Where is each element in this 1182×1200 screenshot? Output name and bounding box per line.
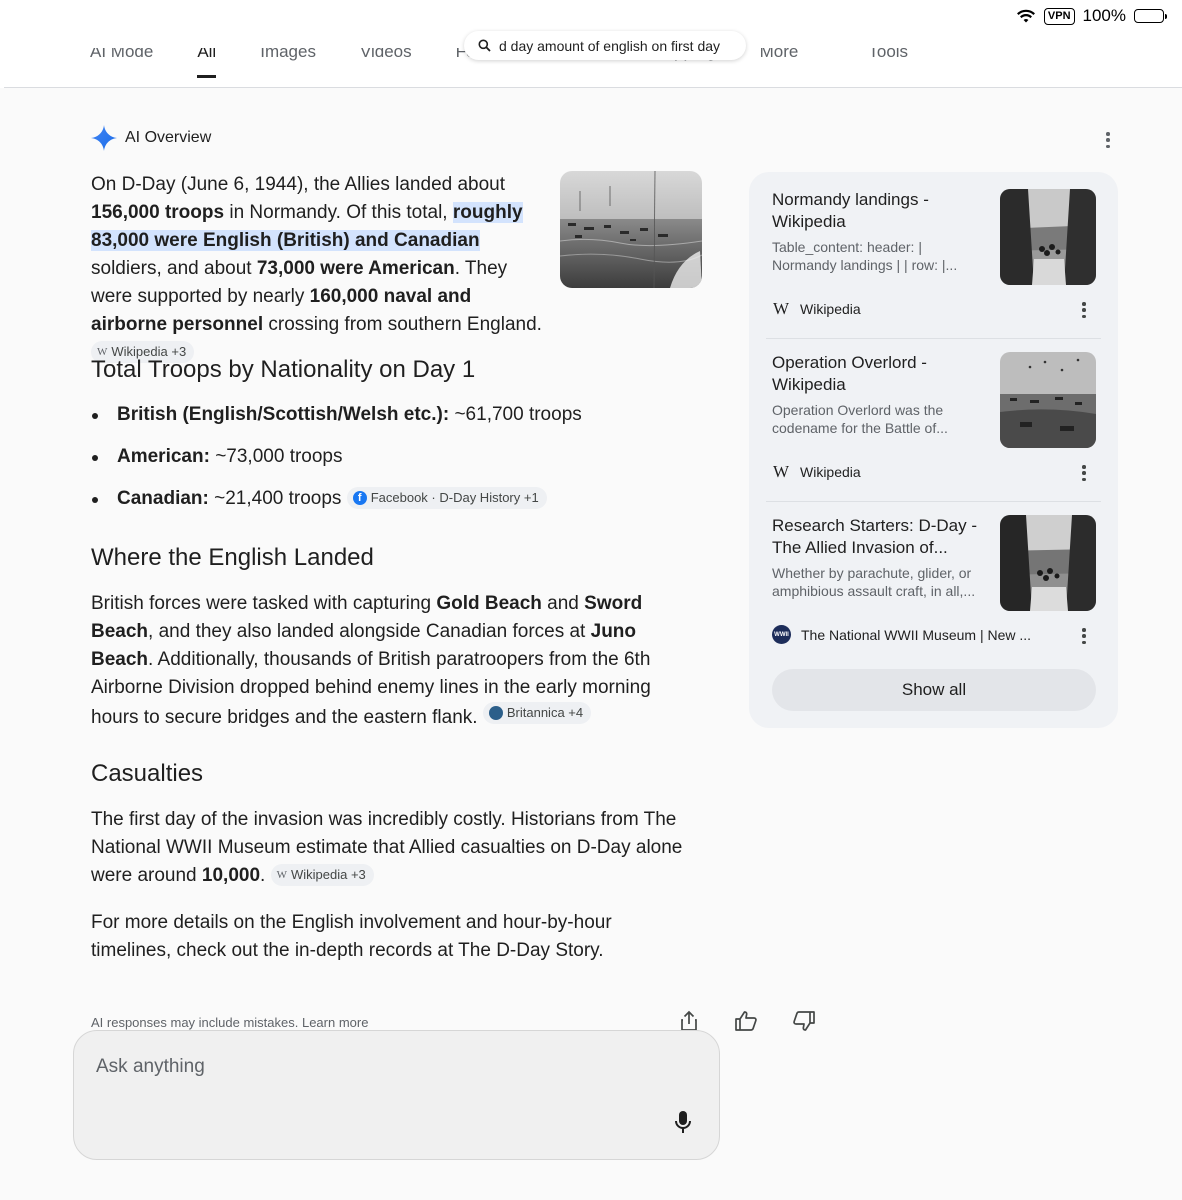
sources-panel: Normandy landings - Wikipedia Table_cont…	[749, 172, 1118, 728]
britannica-icon	[488, 706, 503, 720]
source-snippet: Whether by parachute, glider, or amphibi…	[772, 565, 976, 599]
landed-paragraph: British forces were tasked with capturin…	[91, 590, 681, 732]
wifi-icon	[1016, 9, 1035, 22]
tab-tools[interactable]: Tools	[868, 48, 908, 78]
casualties-text: The first day of the invasion was incred…	[91, 809, 683, 886]
tab-more[interactable]: More	[760, 48, 799, 78]
landed-text: and	[541, 593, 585, 614]
casualties-bold: 10,000	[201, 865, 261, 886]
source-card[interactable]: Operation Overlord - Wikipedia Operation…	[766, 335, 1101, 498]
ai-disclaimer[interactable]: AI responses may include mistakes. Learn…	[91, 1015, 368, 1030]
search-query-text: d day amount of english on first day	[499, 37, 721, 54]
ask-placeholder: Ask anything	[96, 1056, 205, 1077]
gemini-sparkle-icon	[91, 125, 117, 151]
citation-label: Facebook · D-Day History +1	[370, 490, 539, 505]
source-snippet: Operation Overlord was the codename for …	[772, 402, 948, 436]
troop-label: British (English/Scottish/Welsh etc.):	[117, 404, 450, 425]
battery-icon	[1134, 9, 1167, 23]
facebook-icon: f	[352, 491, 367, 505]
source-snippet: Table_content: header: | Normandy landin…	[772, 239, 958, 273]
wikipedia-icon: W	[772, 462, 790, 481]
troop-value: ~73,000 troops	[209, 446, 343, 467]
source-menu-icon[interactable]	[1082, 465, 1086, 481]
ai-overview-header: AI Overview	[91, 125, 211, 151]
share-icon[interactable]	[678, 1010, 700, 1032]
troops-list: British (English/Scottish/Welsh etc.): ~…	[91, 401, 582, 527]
list-item: British (English/Scottish/Welsh etc.): ~…	[91, 401, 582, 443]
ai-overview-menu-icon[interactable]	[1100, 132, 1116, 148]
troop-label: American:	[117, 446, 210, 467]
ai-overview-content: On D-Day (June 6, 1944), the Allies land…	[91, 171, 711, 961]
search-icon	[478, 39, 491, 52]
citation-chip[interactable]: W Wikipedia +3	[270, 864, 374, 886]
ai-overview-title: AI Overview	[125, 129, 212, 146]
list-item: American: ~73,000 troops	[91, 443, 582, 485]
source-title[interactable]: Research Starters: D-Day - The Allied In…	[772, 515, 982, 559]
list-item: Canadian: ~21,400 troops f Facebook · D-D…	[91, 485, 582, 527]
source-thumbnail[interactable]	[1000, 352, 1096, 448]
source-card[interactable]: Research Starters: D-Day - The Allied In…	[766, 498, 1101, 661]
show-all-button[interactable]: Show all	[772, 669, 1096, 711]
wikipedia-icon: W	[772, 299, 790, 318]
landed-bold: Gold Beach	[436, 593, 542, 614]
source-title[interactable]: Normandy landings - Wikipedia	[772, 189, 982, 233]
more-details-paragraph: For more details on the English involvem…	[91, 912, 612, 961]
source-thumbnail[interactable]	[1000, 515, 1096, 611]
landed-text: British forces were tasked with capturin…	[91, 593, 437, 614]
citation-chip[interactable]: f Facebook · D-Day History +1	[346, 487, 547, 509]
intro-text: On D-Day (June 6, 1944), the Allies land…	[91, 174, 506, 195]
source-site: W Wikipedia	[772, 462, 861, 482]
intro-text: soldiers, and about	[91, 258, 257, 279]
troop-label: Canadian:	[117, 488, 209, 509]
landed-heading: Where the English Landed	[91, 544, 374, 571]
troop-value: ~61,700 troops	[449, 404, 582, 425]
source-site: W Wikipedia	[772, 299, 861, 319]
tab-images[interactable]: Images	[260, 48, 316, 78]
intro-paragraph: On D-Day (June 6, 1944), the Allies land…	[91, 171, 551, 367]
thumbs-down-icon[interactable]	[792, 1010, 816, 1032]
intro-text: crossing from southern England.	[263, 314, 542, 335]
tab-ai-mode[interactable]: AI Mode	[90, 48, 153, 78]
microphone-icon[interactable]	[674, 1110, 692, 1134]
vpn-badge: VPN	[1043, 7, 1075, 25]
source-menu-icon[interactable]	[1082, 628, 1086, 644]
citation-chip[interactable]: Britannica +4	[482, 702, 592, 724]
source-menu-icon[interactable]	[1082, 302, 1086, 318]
troops-heading: Total Troops by Nationality on Day 1	[91, 356, 476, 383]
source-site-name: Wikipedia	[800, 301, 861, 317]
intro-text: in Normandy. Of this total,	[224, 202, 453, 223]
troop-value: ~21,400 troops	[208, 488, 342, 509]
landed-text: , and they also landed alongside Canadia…	[148, 621, 591, 642]
source-card[interactable]: Normandy landings - Wikipedia Table_cont…	[766, 172, 1101, 335]
citation-label: Britannica +4	[506, 705, 584, 720]
casualties-paragraph: The first day of the invasion was incred…	[91, 806, 691, 890]
source-title[interactable]: Operation Overlord - Wikipedia	[772, 352, 982, 396]
main-area: AI Overview On D-Day (June 6, 1944), the…	[0, 88, 1182, 1200]
citation-label: Wikipedia +3	[290, 867, 366, 882]
source-site: WWII The National WWII Museum | New ...	[772, 625, 1031, 644]
dday-ships-image[interactable]	[560, 171, 702, 288]
casualties-heading: Casualties	[91, 760, 204, 787]
source-site-name: Wikipedia	[800, 464, 861, 480]
battery-percent: 100%	[1082, 6, 1126, 25]
search-query-pill[interactable]: d day amount of english on first day	[464, 31, 746, 60]
source-site-name: The National WWII Museum | New ...	[801, 626, 1032, 643]
tab-videos[interactable]: Videos	[360, 48, 412, 78]
thumbs-up-icon[interactable]	[734, 1010, 758, 1032]
tab-all[interactable]: All	[197, 48, 216, 78]
wikipedia-icon: W	[276, 869, 287, 881]
casualties-text: .	[260, 865, 271, 886]
ask-anything-input[interactable]: Ask anything	[73, 1030, 720, 1160]
intro-bold: 73,000 were American	[256, 258, 455, 279]
source-thumbnail[interactable]	[1000, 189, 1096, 285]
intro-bold: 156,000 troops	[91, 202, 225, 223]
feedback-icons	[678, 1010, 816, 1032]
museum-logo-icon: WWII	[772, 625, 791, 644]
status-bar: VPN 100%	[1016, 6, 1167, 26]
